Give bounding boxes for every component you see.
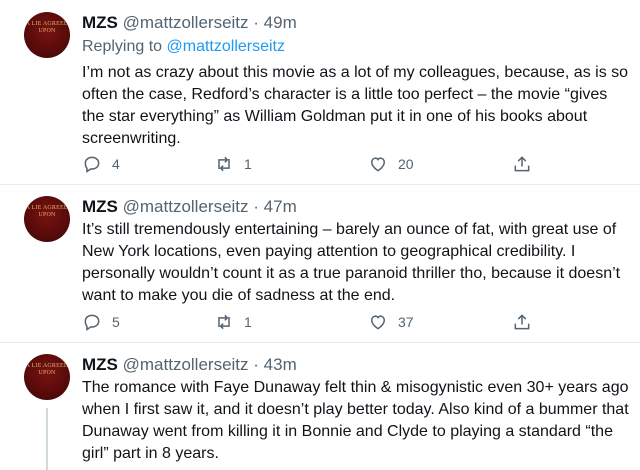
tweet-text: The romance with Faye Dunaway felt thin … (82, 379, 629, 462)
tweet-text: It’s still tremendously entertaining – b… (82, 221, 621, 304)
like-count: 37 (398, 314, 414, 330)
tweet-header: MZS @mattzollerseitz · 49m (82, 12, 297, 34)
user-handle[interactable]: @mattzollerseitz (123, 355, 249, 374)
reply-count: 4 (112, 156, 120, 172)
tweet-text: I’m not as crazy about this movie as a l… (82, 64, 629, 147)
separator-dot: · (253, 355, 259, 374)
separator-dot: · (253, 13, 259, 32)
replying-to-mention[interactable]: @mattzollerseitz (167, 38, 286, 55)
retweet-icon (218, 156, 230, 172)
avatar[interactable]: A LIE AGREED UPON (24, 196, 70, 242)
share-button[interactable] (512, 311, 532, 333)
like-count: 20 (398, 156, 414, 172)
share-icon (514, 314, 530, 330)
display-name[interactable]: MZS (82, 355, 118, 374)
display-name[interactable]: MZS (82, 13, 118, 32)
user-handle[interactable]: @mattzollerseitz (123, 13, 249, 32)
tweet-actions: 4 1 20 (82, 153, 552, 175)
timestamp[interactable]: 49m (264, 13, 297, 32)
reply-icon (84, 314, 100, 331)
like-button[interactable]: 37 (368, 311, 414, 333)
thread-line (46, 408, 48, 470)
avatar-text: A LIE AGREED UPON (25, 21, 69, 34)
reply-icon (84, 156, 100, 173)
separator-dot: · (253, 197, 259, 216)
tweet-actions: 5 1 37 (82, 311, 552, 333)
user-handle[interactable]: @mattzollerseitz (123, 197, 249, 216)
reply-button[interactable]: 5 (82, 311, 120, 333)
like-button[interactable]: 20 (368, 153, 414, 175)
tweet-header: MZS @mattzollerseitz · 47m (82, 196, 297, 218)
share-button[interactable] (512, 153, 532, 175)
timestamp[interactable]: 47m (264, 197, 297, 216)
retweet-button[interactable]: 1 (214, 153, 252, 175)
tweet[interactable]: A LIE AGREED UPON MZS @mattzollerseitz ·… (0, 184, 640, 343)
display-name[interactable]: MZS (82, 197, 118, 216)
avatar[interactable]: A LIE AGREED UPON (24, 354, 70, 400)
avatar-text: A LIE AGREED UPON (25, 363, 69, 376)
share-icon (514, 156, 530, 172)
like-icon (370, 157, 386, 172)
retweet-button[interactable]: 1 (214, 311, 252, 333)
replying-to: Replying to @mattzollerseitz (82, 37, 285, 57)
tweet[interactable]: A LIE AGREED UPON MZS @mattzollerseitz ·… (0, 342, 640, 470)
timestamp[interactable]: 43m (264, 355, 297, 374)
retweet-icon (218, 314, 230, 330)
avatar[interactable]: A LIE AGREED UPON (24, 12, 70, 58)
retweet-count: 1 (244, 156, 252, 172)
like-icon (370, 315, 386, 330)
reply-count: 5 (112, 314, 120, 330)
tweet[interactable]: A LIE AGREED UPON MZS @mattzollerseitz ·… (0, 0, 640, 185)
reply-button[interactable]: 4 (82, 153, 120, 175)
replying-to-label: Replying to (82, 38, 163, 55)
avatar-text: A LIE AGREED UPON (25, 205, 69, 218)
retweet-count: 1 (244, 314, 252, 330)
tweet-header: MZS @mattzollerseitz · 43m (82, 354, 297, 376)
